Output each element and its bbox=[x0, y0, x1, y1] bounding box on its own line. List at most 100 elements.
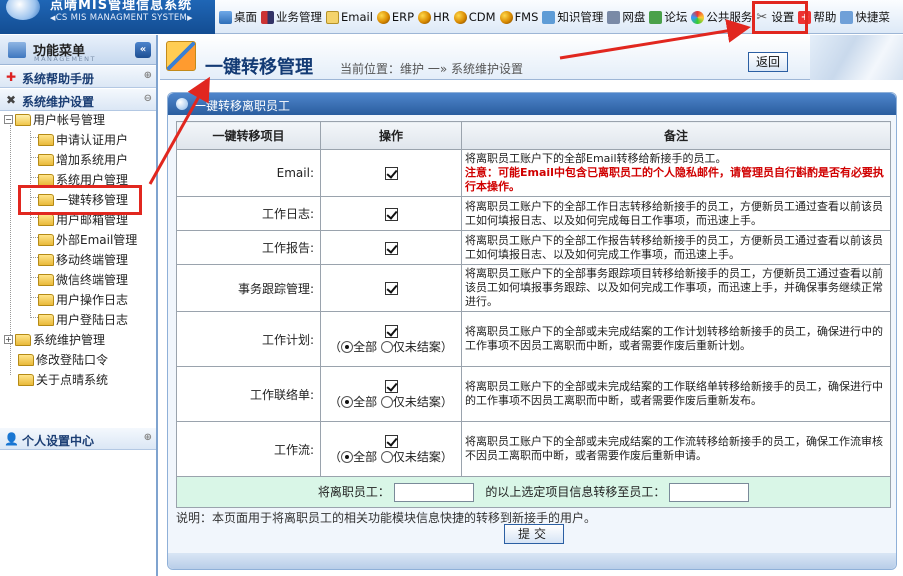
app-title: 点晴MIS管理信息系统 bbox=[50, 0, 193, 13]
handshake-banner-image bbox=[810, 35, 903, 80]
operation-cell: （全部 仅未结案） bbox=[320, 366, 462, 422]
nav-erp[interactable]: ERP bbox=[376, 9, 414, 25]
tree-item-external-email[interactable]: 外部Email管理 bbox=[38, 231, 137, 248]
folder-icon bbox=[38, 253, 54, 266]
departed-employee-input[interactable] bbox=[393, 482, 474, 502]
table-row-email: Email: 将离职员工账户下的全部Email转移给新接手的员工。 注意：可能Em… bbox=[176, 149, 891, 197]
folder-icon bbox=[38, 173, 54, 186]
radio-unfinished-only[interactable] bbox=[380, 340, 393, 353]
help-plus-icon: ✚ bbox=[5, 70, 17, 84]
tree-item-mobile-terminal[interactable]: 移动终端管理 bbox=[38, 251, 128, 268]
tree-line bbox=[30, 237, 38, 238]
nav-shortcut[interactable]: 快捷菜 bbox=[840, 9, 890, 25]
forum-icon bbox=[649, 10, 663, 24]
nav-hr[interactable]: HR bbox=[418, 9, 450, 25]
tree-item-login-log[interactable]: 用户登陆日志 bbox=[38, 311, 128, 328]
tree-change-password[interactable]: 修改登陆口令 bbox=[18, 351, 108, 368]
operation-cell bbox=[320, 196, 462, 231]
section-personal-settings[interactable]: 👤 个人设置中心 ⊕ bbox=[0, 428, 156, 450]
workflow-checkbox[interactable] bbox=[384, 434, 398, 448]
tree-line bbox=[30, 137, 38, 138]
column-header-operation: 操作 bbox=[320, 121, 462, 150]
app-logo: 点晴MIS管理信息系统 ◀CS MIS MANAGMENT SYSTEM▶ bbox=[0, 0, 215, 34]
sidebar: 功能菜单 MANAGEMENT « ✚ 系统帮助手册 ⊕ ✖ 系统维护设置 ⊖ … bbox=[0, 35, 158, 576]
page-title: 一键转移管理 bbox=[205, 57, 313, 78]
tree-user-account[interactable]: − 用户帐号管理 bbox=[4, 111, 105, 128]
nav-desktop[interactable]: 桌面 bbox=[219, 9, 257, 25]
expand-icon: ⊕ bbox=[143, 432, 152, 443]
scope-radio-group: （全部 仅未结案） bbox=[329, 394, 453, 409]
row-label: 工作联络单: bbox=[176, 366, 321, 422]
tree-line bbox=[30, 297, 38, 298]
disk-icon bbox=[607, 10, 621, 24]
tree-system-maintenance[interactable]: + 系统维护管理 bbox=[4, 331, 105, 348]
operation-cell bbox=[320, 230, 462, 265]
submit-button[interactable]: 提交 bbox=[504, 524, 564, 544]
tree-item-add-user[interactable]: 增加系统用户 bbox=[38, 151, 128, 168]
privacy-warning: 注意：可能Email中包含已离职员工的个人隐私邮件，请管理员自行斟酌是否有必要执… bbox=[465, 166, 884, 193]
remark-cell: 将离职员工账户下的全部工作日志转移给新接手的员工，方便新员工通过查看以前该员工如… bbox=[461, 196, 891, 231]
row-label: Email: bbox=[176, 149, 321, 197]
task-tracking-checkbox[interactable] bbox=[384, 282, 398, 295]
knowledge-icon bbox=[542, 10, 556, 24]
tree-line bbox=[30, 277, 38, 278]
menu-header: 功能菜单 MANAGEMENT « bbox=[0, 35, 156, 65]
row-label: 工作计划: bbox=[176, 311, 321, 367]
remark-cell: 将离职员工账户下的全部事务跟踪项目转移给新接手的员工，方便新员工通过查看以前该员… bbox=[461, 264, 891, 312]
email-checkbox[interactable] bbox=[384, 167, 398, 180]
tree-item-wechat-terminal[interactable]: 微信终端管理 bbox=[38, 271, 128, 288]
section-system-maintenance[interactable]: ✖ 系统维护设置 ⊖ bbox=[0, 89, 156, 111]
top-bar: 点晴MIS管理信息系统 ◀CS MIS MANAGMENT SYSTEM▶ 桌面… bbox=[0, 0, 903, 34]
row-label: 工作报告: bbox=[176, 230, 321, 265]
settings-highlight-box bbox=[752, 1, 808, 34]
table-row-work-contact-sheet: 工作联络单: （全部 仅未结案） 将离职员工账户下的全部或未完成结案的工作联络单… bbox=[176, 366, 891, 422]
table-row-work-plan: 工作计划: （全部 仅未结案） 将离职员工账户下的全部或未完成结案的工作计划转移… bbox=[176, 311, 891, 367]
shortcut-icon bbox=[840, 10, 854, 24]
work-log-checkbox[interactable] bbox=[384, 207, 398, 221]
nav-public-service[interactable]: 公共服务 bbox=[691, 9, 752, 25]
desktop-icon bbox=[219, 10, 232, 24]
receiving-employee-input[interactable] bbox=[669, 482, 750, 502]
tree-about-system[interactable]: 关于点晴系统 bbox=[18, 371, 108, 388]
remark-cell: 将离职员工账户下的全部或未完成结案的工作联络单转移给新接手的员工，确保进行中的工… bbox=[461, 366, 891, 422]
transfer-target-cell: 将离职员工： 的以上选定项目信息转移至员工： bbox=[176, 476, 891, 508]
work-report-checkbox[interactable] bbox=[384, 241, 398, 255]
hr-icon bbox=[418, 10, 432, 24]
collapse-icon: ⊖ bbox=[143, 93, 152, 104]
tree-item-apply-auth-user[interactable]: 申请认证用户 bbox=[38, 131, 128, 148]
section-help-manual[interactable]: ✚ 系统帮助手册 ⊕ bbox=[0, 66, 156, 88]
expand-icon: ⊕ bbox=[143, 70, 152, 81]
folder-icon bbox=[38, 213, 54, 226]
radio-unfinished-only[interactable] bbox=[380, 450, 393, 463]
radio-all[interactable] bbox=[341, 340, 354, 353]
radio-all[interactable] bbox=[341, 450, 354, 463]
nav-email[interactable]: Email bbox=[326, 9, 373, 25]
row-label: 事务跟踪管理: bbox=[176, 264, 321, 312]
one-key-transfer-highlight-box bbox=[18, 185, 142, 215]
nav-business[interactable]: 业务管理 bbox=[261, 9, 322, 25]
nav-disk[interactable]: 网盘 bbox=[607, 9, 645, 25]
nav-forum[interactable]: 论坛 bbox=[649, 9, 687, 25]
fms-icon bbox=[499, 10, 513, 24]
tree-line bbox=[30, 131, 31, 318]
collapse-sidebar-button[interactable]: « bbox=[135, 42, 151, 58]
tree-item-operation-log[interactable]: 用户操作日志 bbox=[38, 291, 128, 308]
work-plan-checkbox[interactable] bbox=[384, 324, 398, 338]
table-row-work-log: 工作日志: 将离职员工账户下的全部工作日志转移给新接手的员工，方便新员工通过查看… bbox=[176, 196, 891, 231]
back-button[interactable]: 返回 bbox=[748, 52, 788, 72]
cdm-icon bbox=[453, 10, 467, 24]
remark-cell: 将离职员工账户下的全部工作报告转移给新接手的员工，方便新员工通过查看以前该员工如… bbox=[461, 230, 891, 265]
radio-all[interactable] bbox=[341, 395, 354, 408]
nav-cdm[interactable]: CDM bbox=[453, 9, 496, 25]
contact-sheet-checkbox[interactable] bbox=[384, 379, 398, 393]
expand-node-icon: + bbox=[4, 335, 13, 344]
nav-fms[interactable]: FMS bbox=[499, 9, 538, 25]
tools-icon: ✖ bbox=[5, 93, 17, 107]
nav-knowledge[interactable]: 知识管理 bbox=[542, 9, 603, 25]
menu-subtitle: MANAGEMENT bbox=[34, 55, 96, 63]
radio-unfinished-only[interactable] bbox=[380, 395, 393, 408]
transfer-table: 一键转移项目 操作 备注 Email: 将离职员工账户下的全部Email转移给新… bbox=[176, 121, 891, 508]
panel-header: 一键转移离职员工 bbox=[168, 93, 896, 115]
scope-radio-group: （全部 仅未结案） bbox=[329, 339, 453, 354]
tree-line bbox=[30, 157, 38, 158]
